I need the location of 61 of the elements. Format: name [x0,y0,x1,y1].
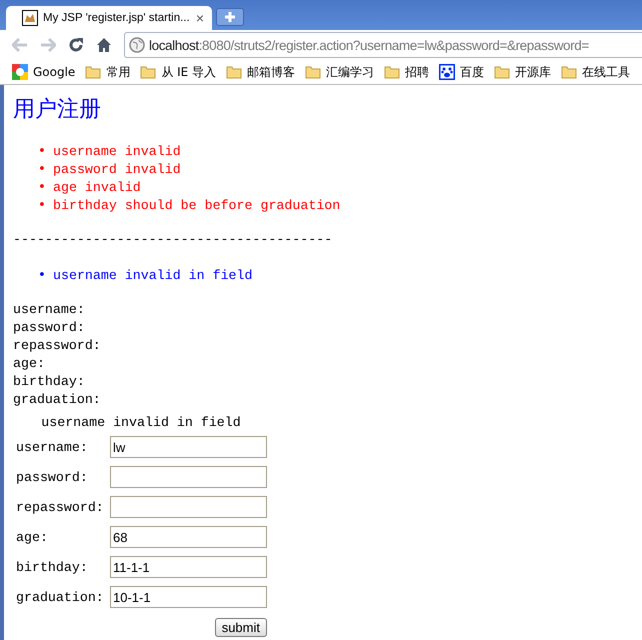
dashed-separator: ---------------------------------------- [13,231,334,249]
input-field[interactable] [110,466,267,488]
close-icon[interactable]: × [196,10,204,26]
bookmark-item[interactable]: 汇编学习 [305,64,374,80]
error-message: birthday should be before graduation [53,198,340,213]
field-label: age: [13,356,45,371]
page-title: 用户注册 [13,97,102,123]
bullet: • [38,161,47,179]
back-icon[interactable] [12,38,28,52]
plus-icon [224,11,236,23]
forward-icon[interactable] [40,38,56,52]
input-field[interactable]: 68 [110,526,267,548]
google-icon [12,64,28,80]
bookmark-item[interactable]: 从 IE 导入 [140,64,216,80]
folder-icon [494,65,510,79]
url-text: localhost:8080/struts2/register.action?username=lw&password=&repassword= [149,38,589,52]
field-label: graduation: [13,392,101,407]
field-error-message: username invalid in field [41,414,241,430]
field-label: password: [16,470,88,484]
browser-tab[interactable]: My JSP 'register.jsp' startin... × [6,6,212,30]
bookmark-item[interactable]: 邮箱博客 [226,64,296,80]
home-icon[interactable] [96,37,112,53]
bookmark-item[interactable]: 招聘 [384,64,430,80]
new-tab-button[interactable] [216,8,244,26]
field-label: username: [16,440,88,454]
bullet: • [38,179,47,197]
bookmark-item[interactable]: 常用 [85,64,130,80]
field-label: username: [13,302,85,317]
bookmark-item[interactable]: 在线工具 [561,64,630,80]
error-message: password invalid [53,162,181,177]
submit-button[interactable]: submit [214,618,267,636]
field-label: password: [13,320,85,335]
bullet: • [38,197,47,215]
address-field[interactable]: localhost:8080/struts2/register.action?username=lw&password=&repassword= [124,32,642,58]
bookmark-item[interactable]: 开源库 [494,64,552,80]
field-label: repassword: [16,500,104,514]
input-field[interactable]: 10-1-1 [110,586,267,608]
reload-icon[interactable] [68,37,84,53]
field-label: graduation: [16,590,104,604]
folder-icon [384,65,400,79]
tab-title: My JSP 'register.jsp' startin... [43,12,191,24]
field-label: birthday: [16,560,88,574]
folder-icon [140,65,156,79]
folder-icon [305,65,322,79]
folder-icon [226,65,242,79]
input-field[interactable]: 11-1-1 [110,556,267,578]
field-error-message: username invalid in field [53,268,252,283]
error-message: username invalid [53,144,181,159]
bookmark-item[interactable]: 百度 [439,64,484,80]
bullet: • [38,143,47,161]
folder-icon [85,65,102,79]
bookmark-item[interactable]: Google [12,64,76,80]
error-message: age invalid [53,180,141,195]
input-field[interactable] [110,496,267,518]
folder-icon [561,65,578,79]
paw-icon [439,64,456,80]
input-field[interactable]: lw [110,436,267,458]
field-label: repassword: [13,338,101,353]
field-label: birthday: [13,374,85,389]
bullet: • [38,267,47,285]
field-label: age: [16,530,48,544]
